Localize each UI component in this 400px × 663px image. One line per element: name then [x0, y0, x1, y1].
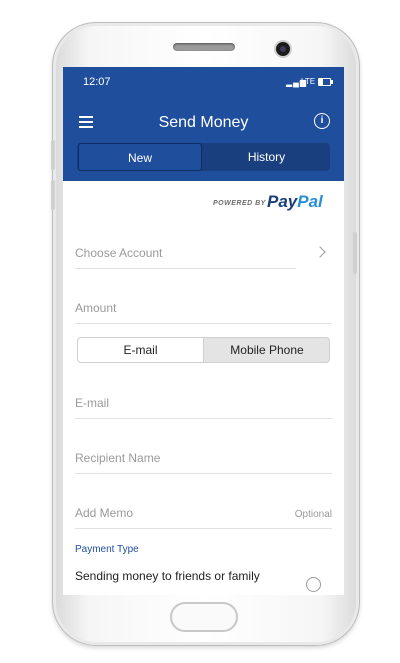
- payment-type-option-label: Sending money to friends or family: [75, 569, 260, 583]
- battery-icon: [318, 78, 333, 86]
- payment-type-label: Payment Type: [75, 544, 139, 555]
- info-icon[interactable]: i: [314, 113, 330, 129]
- email-option[interactable]: E-mail: [78, 338, 204, 362]
- powered-by-text: POWERED BY: [213, 200, 266, 207]
- phone-home-button[interactable]: [170, 602, 238, 632]
- amount-field[interactable]: Amount: [75, 293, 332, 324]
- tab-bar: New History: [77, 143, 330, 171]
- app-bar: Send Money i New History: [63, 97, 344, 181]
- tab-new[interactable]: New: [78, 143, 202, 171]
- status-bar: 12:07 ▂▄▆ LTE: [63, 67, 344, 97]
- page-title: Send Money: [158, 114, 249, 131]
- optional-hint: Optional: [294, 509, 332, 520]
- chevron-right-icon[interactable]: [314, 246, 326, 258]
- app-screen: 12:07 ▂▄▆ LTE Send Money i New History P…: [63, 67, 344, 595]
- phone-volume-button: [51, 180, 55, 210]
- choose-account-field[interactable]: Choose Account: [75, 238, 296, 269]
- status-time: 12:07: [83, 76, 111, 88]
- email-field[interactable]: E-mail: [75, 388, 332, 419]
- recipient-type-toggle: E-mail Mobile Phone: [77, 337, 330, 363]
- phone-side-button: [353, 232, 357, 274]
- phone-speaker: [173, 43, 235, 51]
- phone-camera: [276, 42, 290, 56]
- memo-field[interactable]: Add Memo Optional: [75, 498, 332, 529]
- paypal-logo: POWERED BY PayPal: [213, 192, 333, 214]
- mobile-phone-option[interactable]: Mobile Phone: [204, 338, 329, 362]
- recipient-name-field[interactable]: Recipient Name: [75, 443, 332, 474]
- choose-account-label: Choose Account: [75, 246, 163, 260]
- paypal-wordmark: PayPal: [267, 192, 323, 211]
- amount-label: Amount: [75, 301, 117, 315]
- radio-button-icon[interactable]: [306, 577, 321, 592]
- memo-label: Add Memo: [75, 506, 134, 520]
- tab-history[interactable]: History: [203, 143, 330, 171]
- network-type: LTE: [301, 77, 316, 86]
- phone-volume-button: [51, 140, 55, 170]
- recipient-name-label: Recipient Name: [75, 451, 161, 465]
- email-label: E-mail: [75, 396, 110, 410]
